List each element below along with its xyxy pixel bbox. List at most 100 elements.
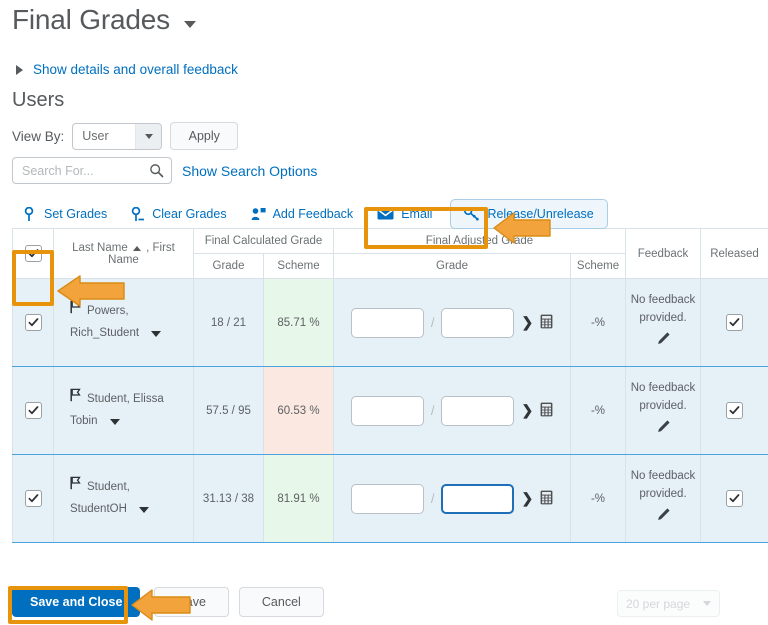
pencil-icon[interactable] — [627, 507, 699, 529]
student-name-line2: Rich_Student — [70, 323, 139, 345]
adjusted-numerator-input[interactable] — [351, 484, 424, 514]
adjusted-numerator-input[interactable] — [351, 396, 424, 426]
search-box[interactable] — [12, 157, 172, 184]
clear-grades-button[interactable]: Clear Grades — [131, 201, 250, 228]
apply-button[interactable]: Apply — [170, 122, 238, 150]
table-row: Student,StudentOH31.13 / 3881.91 %/❯-%No… — [13, 455, 768, 543]
calculator-icon[interactable] — [540, 490, 553, 508]
select-all-header[interactable] — [13, 229, 54, 279]
chevron-down-icon[interactable] — [151, 331, 161, 337]
calculator-icon[interactable] — [540, 402, 553, 420]
student-name-cell[interactable]: Student,StudentOH — [54, 455, 194, 543]
calculated-scheme-cell: 85.71 % — [264, 279, 334, 367]
row-select-cell[interactable] — [13, 455, 54, 543]
calculated-grade-cell: 31.13 / 38 — [194, 455, 264, 543]
set-grades-button[interactable]: Set Grades — [24, 201, 131, 228]
slash-separator: / — [431, 491, 435, 506]
view-by-label: View By: — [12, 129, 64, 144]
row-select-cell[interactable] — [13, 367, 54, 455]
adjusted-denominator-input[interactable] — [441, 484, 514, 514]
chevron-down-icon[interactable] — [139, 507, 149, 513]
view-by-selected-value: User — [82, 129, 108, 143]
view-by-select[interactable]: User — [72, 123, 162, 150]
released-checkbox[interactable] — [726, 402, 743, 419]
pencil-icon[interactable] — [627, 331, 699, 353]
pencil-icon[interactable] — [627, 419, 699, 441]
student-name-line2: StudentOH — [70, 499, 127, 521]
search-row: Show Search Options — [0, 150, 768, 184]
feedback-text: No feedback provided. — [627, 468, 699, 504]
set-grades-label: Set Grades — [44, 207, 107, 221]
adj-grade-subheader: Grade — [334, 254, 571, 279]
feedback-text: No feedback provided. — [627, 380, 699, 416]
released-checkbox[interactable] — [726, 314, 743, 331]
page-title: Final Grades — [12, 4, 170, 36]
feedback-cell[interactable]: No feedback provided. — [626, 455, 701, 543]
released-cell[interactable] — [701, 367, 768, 455]
student-name-line1: Student, — [87, 477, 130, 499]
add-feedback-label: Add Feedback — [273, 207, 354, 221]
calculator-icon[interactable] — [540, 314, 553, 332]
student-name-line2: Tobin — [70, 411, 98, 433]
clear-grades-label: Clear Grades — [152, 207, 226, 221]
feedback-cell[interactable]: No feedback provided. — [626, 279, 701, 367]
chevron-down-icon[interactable] — [184, 21, 196, 28]
flag-icon — [70, 300, 81, 323]
cancel-button[interactable]: Cancel — [239, 587, 324, 617]
add-feedback-icon — [251, 207, 266, 221]
users-heading: Users — [0, 77, 768, 112]
chevron-down-icon — [703, 601, 711, 606]
final-adjusted-grade-header: Final Adjusted Grade — [334, 229, 626, 254]
release-unrelease-button[interactable]: Release/Unrelease — [450, 199, 607, 229]
show-details-link[interactable]: Show details and overall feedback — [33, 62, 238, 77]
released-column-header: Released — [701, 229, 768, 279]
grade-toolbar: Set Grades Clear Grades Add Feedback Ema… — [0, 184, 768, 228]
adjusted-grade-cell[interactable]: /❯ — [334, 455, 571, 543]
released-cell[interactable] — [701, 455, 768, 543]
adjusted-denominator-input[interactable] — [441, 396, 514, 426]
triangle-right-icon[interactable] — [16, 65, 23, 75]
per-page-value: 20 per page — [626, 597, 690, 611]
select-all-checkbox[interactable] — [25, 245, 42, 262]
adjusted-grade-cell[interactable]: /❯ — [334, 279, 571, 367]
clear-grades-icon — [131, 207, 145, 222]
row-select-checkbox[interactable] — [25, 314, 42, 331]
feedback-text: No feedback provided. — [627, 292, 699, 328]
student-name-cell[interactable]: Powers,Rich_Student — [54, 279, 194, 367]
slash-separator: / — [431, 403, 435, 418]
save-button[interactable]: Save — [154, 587, 229, 617]
calculated-scheme-cell: 81.91 % — [264, 455, 334, 543]
adjusted-numerator-input[interactable] — [351, 308, 424, 338]
adjusted-grade-cell[interactable]: /❯ — [334, 367, 571, 455]
email-label: Email — [401, 207, 432, 221]
sort-ascending-icon[interactable] — [133, 246, 141, 251]
per-page-select[interactable]: 20 per page — [617, 590, 720, 617]
chevron-right-icon[interactable]: ❯ — [521, 402, 533, 419]
table-row: Powers,Rich_Student18 / 2185.71 %/❯-%No … — [13, 279, 768, 367]
adjusted-denominator-input[interactable] — [441, 308, 514, 338]
table-header-group-row: Last Name , First Name Final Calculated … — [13, 229, 768, 254]
add-feedback-button[interactable]: Add Feedback — [251, 201, 378, 227]
show-details-row[interactable]: Show details and overall feedback — [0, 36, 768, 77]
magnifier-icon[interactable] — [149, 163, 164, 183]
adj-scheme-subheader: Scheme — [571, 254, 626, 279]
envelope-icon — [377, 208, 394, 220]
save-and-close-button[interactable]: Save and Close — [12, 587, 140, 617]
row-select-checkbox[interactable] — [25, 490, 42, 507]
show-search-options-link[interactable]: Show Search Options — [182, 163, 317, 179]
chevron-right-icon[interactable]: ❯ — [521, 490, 533, 507]
search-input[interactable] — [13, 158, 141, 183]
row-select-cell[interactable] — [13, 279, 54, 367]
feedback-column-header: Feedback — [626, 229, 701, 279]
student-name-cell[interactable]: Student, ElissaTobin — [54, 367, 194, 455]
released-checkbox[interactable] — [726, 490, 743, 507]
row-select-checkbox[interactable] — [25, 402, 42, 419]
released-cell[interactable] — [701, 279, 768, 367]
adjusted-scheme-cell: -% — [571, 455, 626, 543]
chevron-right-icon[interactable]: ❯ — [521, 314, 533, 331]
feedback-cell[interactable]: No feedback provided. — [626, 367, 701, 455]
name-column-header[interactable]: Last Name , First Name — [54, 229, 194, 279]
calculated-scheme-cell: 60.53 % — [264, 367, 334, 455]
email-button[interactable]: Email — [377, 201, 446, 227]
chevron-down-icon[interactable] — [110, 419, 120, 425]
